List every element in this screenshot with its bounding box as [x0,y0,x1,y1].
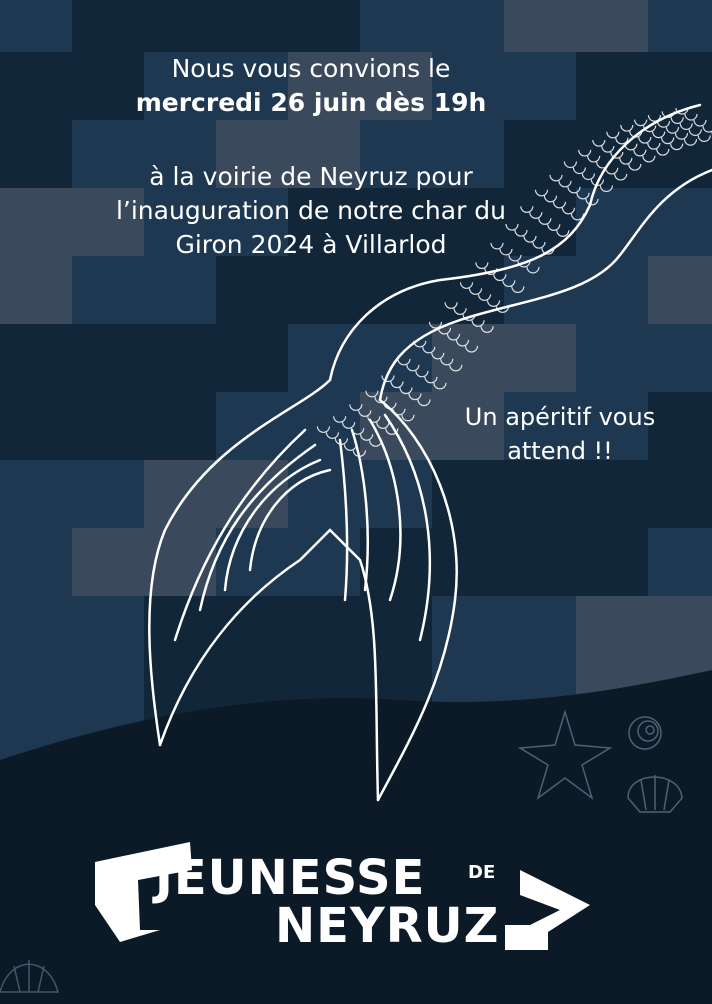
aperitif-line: attend !! [507,437,613,465]
aperitif-line: Un apéritif vous [464,403,656,431]
invitation-place: à la voirie de Neyruz pour l’inauguratio… [56,160,566,262]
place-line: l’inauguration de notre char du [115,196,507,225]
place-line: Giron 2024 à Villarlod [175,230,447,259]
logo-word-neyruz: NEYRUZ [275,898,500,954]
aperitif-note: Un apéritif vous attend !! [440,400,680,468]
logo-word-de: DE [468,862,496,883]
event-date: mercredi 26 juin dès 19h [135,88,487,117]
event-poster: Nous vous convions le mercredi 26 juin d… [0,0,712,1004]
place-line: à la voirie de Neyruz pour [149,162,473,191]
invitation-line: Nous vous convions le [171,54,451,83]
invitation-intro: Nous vous convions le mercredi 26 juin d… [56,52,566,120]
